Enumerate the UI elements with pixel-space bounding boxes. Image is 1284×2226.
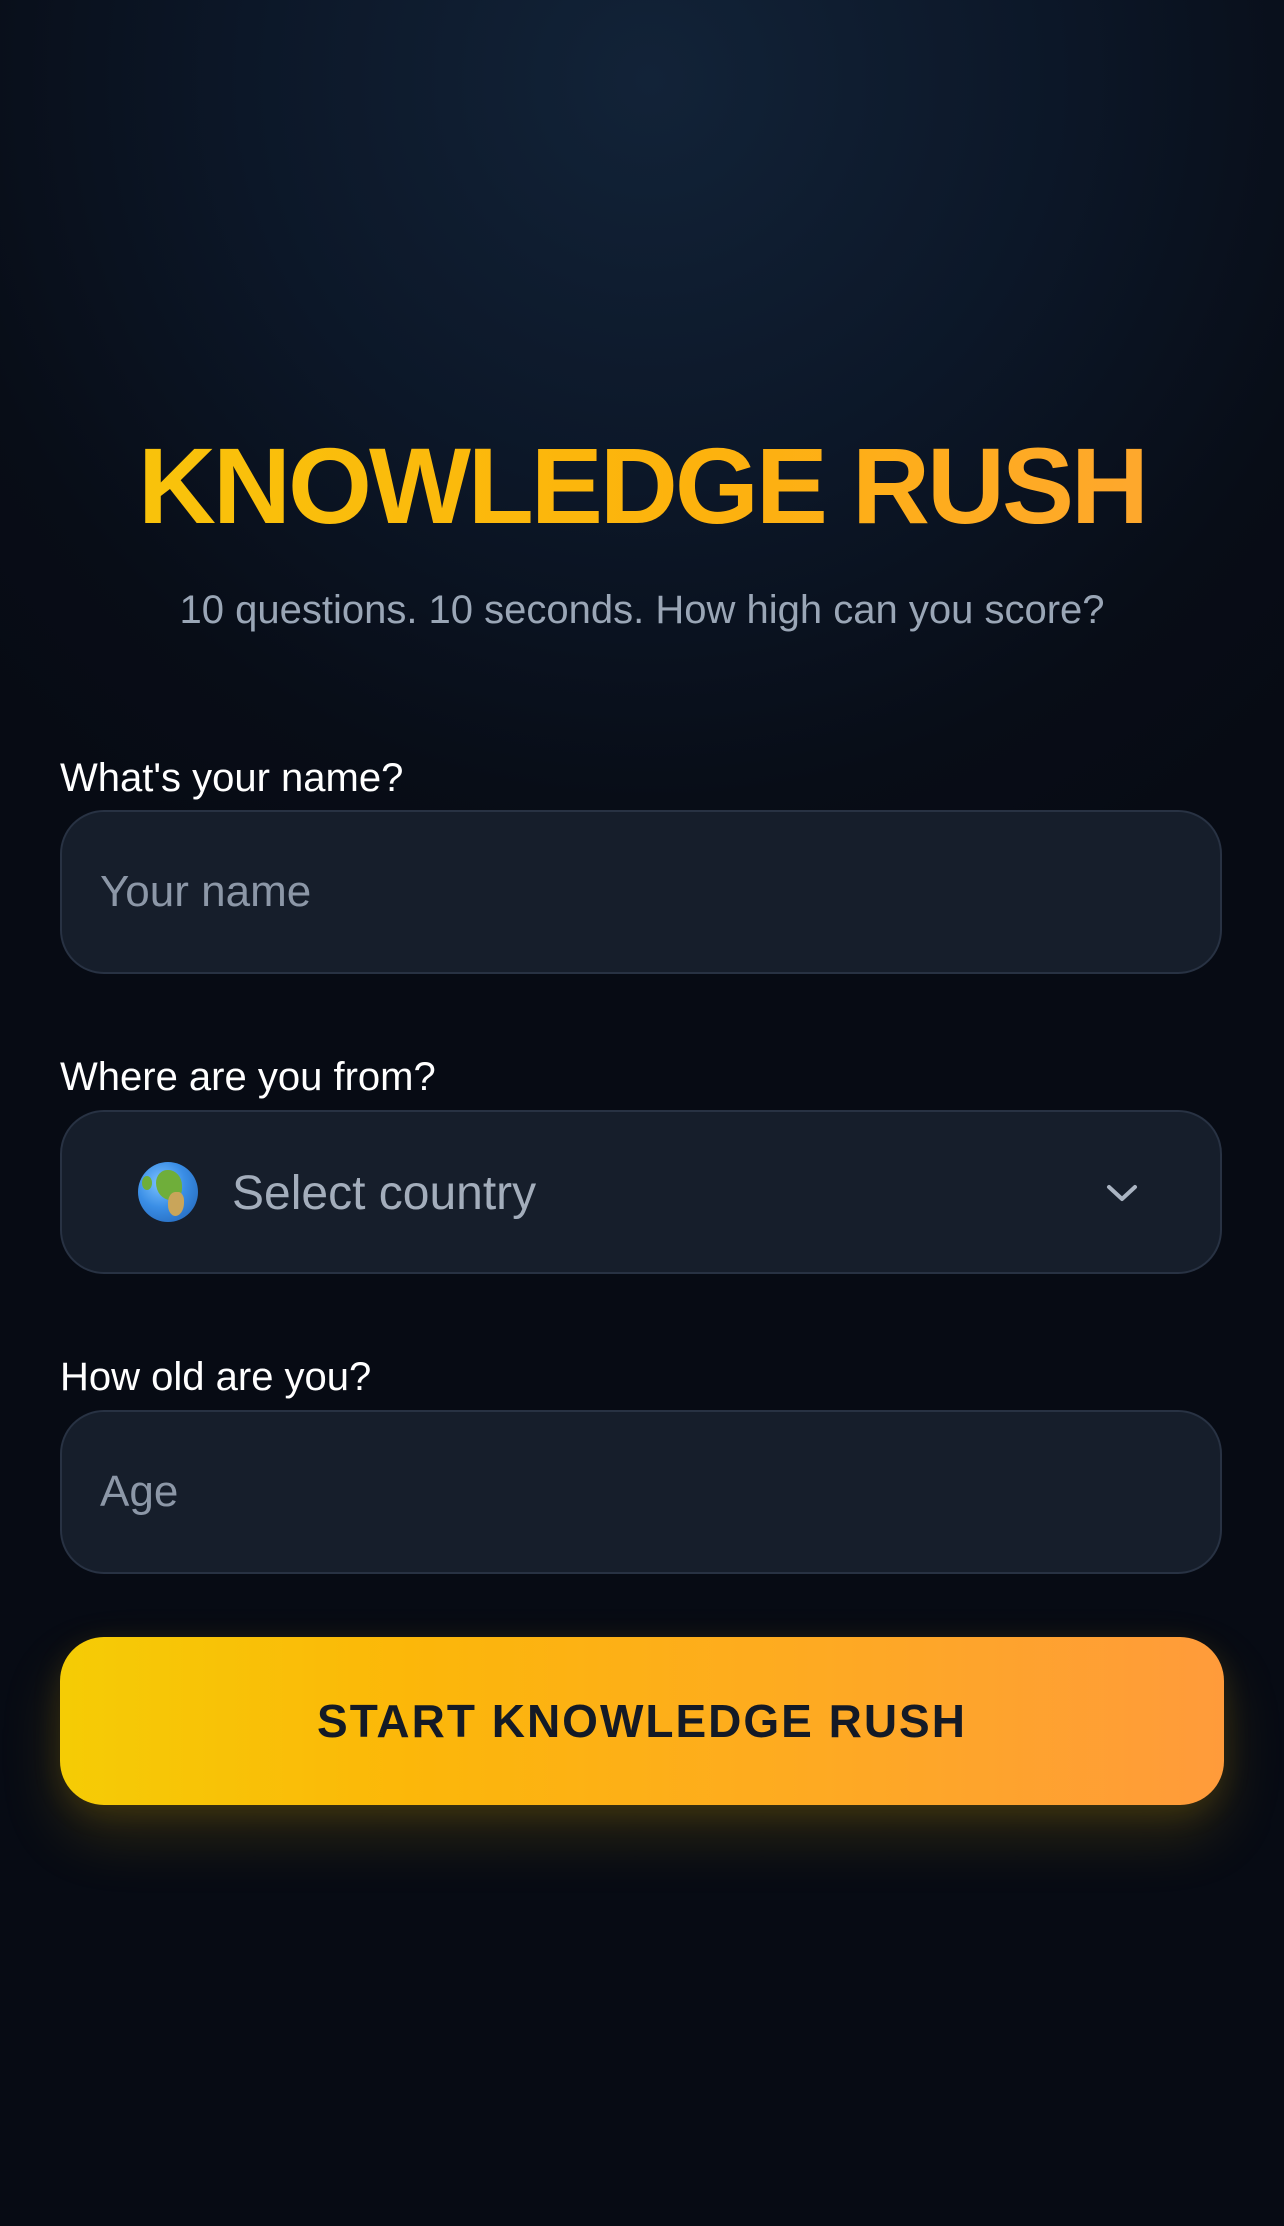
country-select[interactable]: Select country bbox=[60, 1110, 1222, 1274]
country-label: Where are you from? bbox=[60, 1055, 436, 1099]
age-input[interactable] bbox=[100, 1412, 1180, 1572]
page-title: KNOWLEDGE RUSH bbox=[0, 432, 1284, 540]
name-field-container[interactable] bbox=[60, 810, 1222, 974]
age-field-container[interactable] bbox=[60, 1410, 1222, 1574]
page-subtitle: 10 questions. 10 seconds. How high can y… bbox=[179, 588, 1105, 632]
age-label: How old are you? bbox=[60, 1355, 372, 1399]
start-button-label: START KNOWLEDGE RUSH bbox=[317, 1695, 967, 1747]
name-input[interactable] bbox=[100, 812, 1180, 972]
chevron-down-icon bbox=[1107, 1185, 1137, 1201]
quiz-start-screen: KNOWLEDGE RUSH 10 questions. 10 seconds.… bbox=[0, 0, 1284, 2226]
country-select-value: Select country bbox=[232, 1167, 537, 1220]
start-button[interactable]: START KNOWLEDGE RUSH bbox=[60, 1637, 1224, 1805]
globe-icon bbox=[138, 1162, 198, 1222]
name-label: What's your name? bbox=[60, 756, 404, 800]
